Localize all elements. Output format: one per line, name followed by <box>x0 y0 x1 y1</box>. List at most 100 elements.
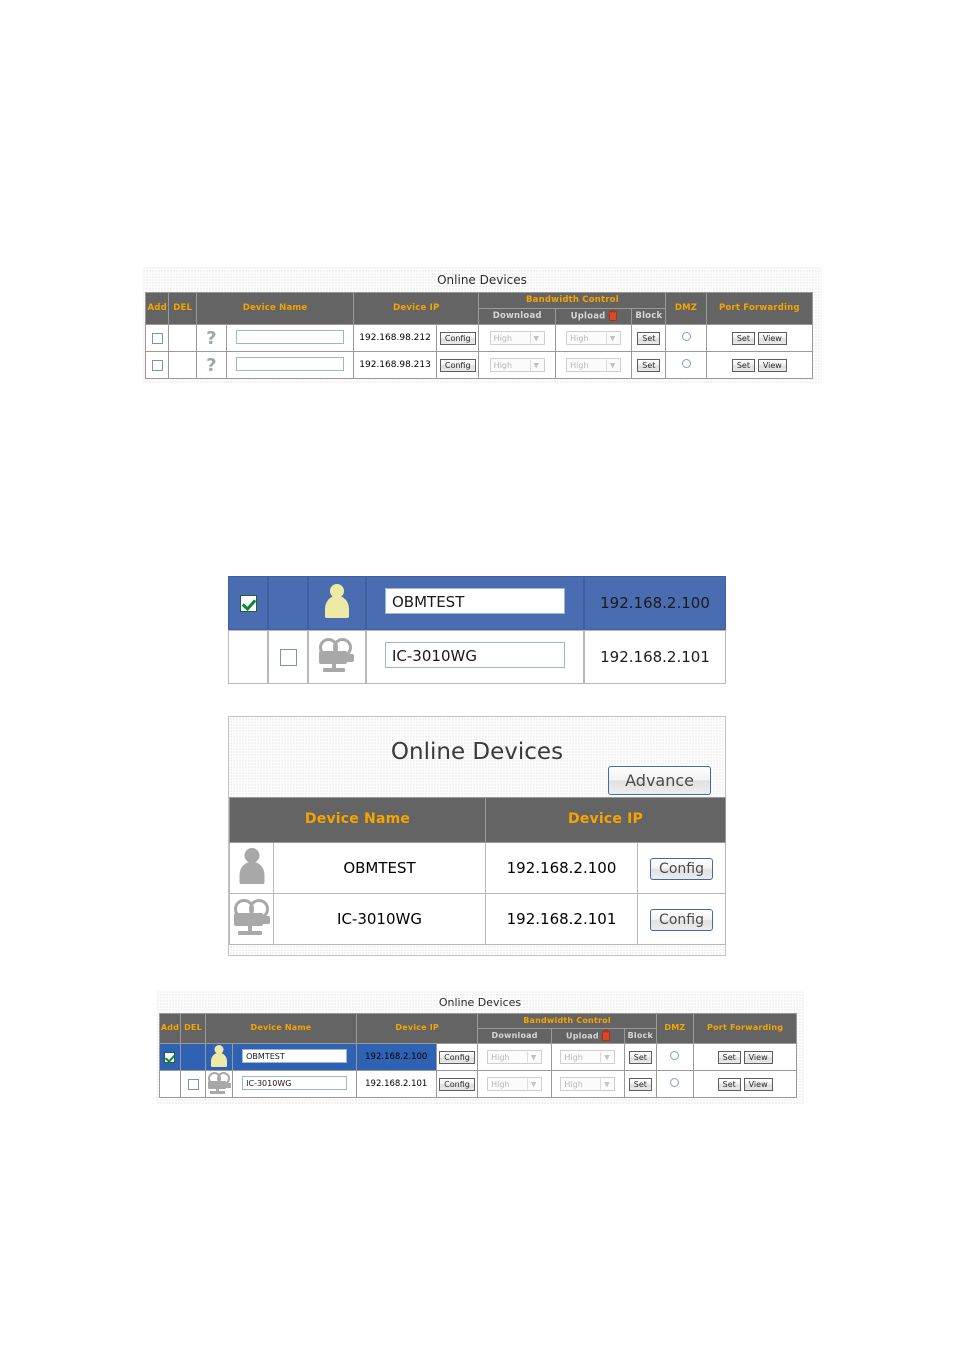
figure4-row1-config-cell[interactable]: Config <box>435 1070 479 1098</box>
download-select-value: High <box>491 1053 510 1062</box>
figure1-row1-config-cell[interactable]: Config <box>435 351 480 379</box>
block-set-button[interactable]: Set <box>628 1050 652 1064</box>
figure1-row0-config-cell[interactable]: Config <box>435 324 480 352</box>
figure-device-rows-closeup: OBMTEST 192.168.2.100 IC-3010WG 192.168.… <box>228 576 733 690</box>
device-name-input[interactable] <box>235 356 344 371</box>
download-select[interactable]: High ▼ <box>489 358 545 372</box>
dmz-radio[interactable] <box>681 332 691 341</box>
figure4-row1-download-cell[interactable]: High ▼ <box>477 1070 552 1098</box>
figure1-row1-pf-cell[interactable]: Set View <box>705 351 814 379</box>
upload-select[interactable]: High ▼ <box>560 1077 616 1091</box>
config-button[interactable]: Config <box>439 331 476 345</box>
figure4-row0-download-cell[interactable]: High ▼ <box>477 1043 552 1071</box>
add-checkbox[interactable] <box>239 595 257 612</box>
figure4-row0-block-cell[interactable]: Set <box>624 1043 657 1071</box>
figure1-row0-dmz-cell[interactable] <box>665 324 707 352</box>
figure4-row0-pf-cell[interactable]: Set View <box>693 1043 797 1071</box>
device-name-input[interactable] <box>235 329 344 344</box>
download-select[interactable]: High ▼ <box>487 1050 543 1064</box>
figure1-row0-add-cell[interactable] <box>144 324 170 352</box>
device-name-input[interactable]: OBMTEST <box>385 588 565 614</box>
figure1-row1-block-cell[interactable]: Set <box>631 351 667 379</box>
figure4-row1-add-cell[interactable] <box>159 1070 181 1098</box>
figure3-advance-row: Advance <box>229 766 725 797</box>
figure4-row0-name-cell[interactable]: OBMTEST <box>232 1043 357 1071</box>
figure4-row0-add-cell[interactable] <box>159 1043 181 1071</box>
config-button[interactable]: Config <box>650 909 713 931</box>
port-forwarding-set-button[interactable]: Set <box>731 331 755 345</box>
upload-select[interactable]: High ▼ <box>566 358 622 372</box>
dmz-radio[interactable] <box>670 1078 680 1087</box>
config-button[interactable]: Config <box>439 1077 475 1091</box>
figure1-col-upload-label: Upload <box>570 311 606 322</box>
advance-button[interactable]: Advance <box>608 766 711 795</box>
block-set-button[interactable]: Set <box>628 1077 652 1091</box>
figure1-row0-upload-cell[interactable]: High ▼ <box>554 324 633 352</box>
figure1-row0-block-cell[interactable]: Set <box>631 324 667 352</box>
figure1-row0-del-cell[interactable] <box>168 324 197 352</box>
figure1-row1-del-cell[interactable] <box>168 351 197 379</box>
figure1-row1-dmz-cell[interactable] <box>665 351 707 379</box>
figure1-col-bandwidth-control: Bandwidth Control <box>478 292 667 309</box>
figure2-row1-name-cell[interactable]: IC-3010WG <box>366 630 584 684</box>
add-checkbox[interactable] <box>151 332 163 344</box>
figure2-row0-add-cell[interactable] <box>228 576 268 630</box>
download-select[interactable]: High ▼ <box>487 1077 543 1091</box>
figure4-row1-del-cell[interactable] <box>179 1070 207 1098</box>
figure4-col-upload-label: Upload <box>566 1031 599 1041</box>
upload-select-value: High <box>564 1080 583 1089</box>
figure4-row0-upload-cell[interactable]: High ▼ <box>550 1043 626 1071</box>
figure1-row1-name-cell[interactable] <box>225 351 355 379</box>
figure4-row1-block-cell[interactable]: Set <box>624 1070 657 1098</box>
figure4-row1-name-cell[interactable]: IC-3010WG <box>232 1070 357 1098</box>
config-button[interactable]: Config <box>439 1050 475 1064</box>
port-forwarding-view-button[interactable]: View <box>743 1050 773 1064</box>
figure4-row1-upload-cell[interactable]: High ▼ <box>550 1070 626 1098</box>
figure4-row0-del-cell[interactable] <box>179 1043 207 1071</box>
port-forwarding-view-button[interactable]: View <box>743 1077 773 1091</box>
figure3-row1-config-cell[interactable]: Config <box>636 893 727 945</box>
del-checkbox[interactable] <box>279 649 297 666</box>
dmz-radio[interactable] <box>670 1051 680 1060</box>
figure2-row0-del-cell[interactable] <box>268 576 308 630</box>
add-checkbox[interactable] <box>151 359 163 371</box>
figure1-row0-pf-cell[interactable]: Set View <box>705 324 814 352</box>
figure1-row1-upload-cell[interactable]: High ▼ <box>554 351 633 379</box>
download-select-value: High <box>493 334 513 343</box>
figure4-row0-config-cell[interactable]: Config <box>435 1043 479 1071</box>
port-forwarding-set-button[interactable]: Set <box>717 1050 741 1064</box>
upload-select[interactable]: High ▼ <box>566 331 622 345</box>
config-button[interactable]: Config <box>439 358 476 372</box>
add-checkbox[interactable] <box>164 1051 176 1063</box>
figure1-row0-download-cell[interactable]: High ▼ <box>478 324 556 352</box>
figure4-row1-pf-cell[interactable]: Set View <box>693 1070 797 1098</box>
device-name-input[interactable]: OBMTEST <box>242 1048 348 1063</box>
download-select[interactable]: High ▼ <box>489 331 545 345</box>
port-forwarding-set-button[interactable]: Set <box>717 1077 741 1091</box>
device-name-input[interactable]: IC-3010WG <box>385 642 565 668</box>
figure1-row0-name-cell[interactable] <box>225 324 355 352</box>
figure3-row1-name: IC-3010WG <box>273 893 486 945</box>
figure1-row1-download-cell[interactable]: High ▼ <box>478 351 556 379</box>
chevron-down-icon: ▼ <box>527 1051 539 1063</box>
config-button[interactable]: Config <box>650 858 713 880</box>
figure2-row1-del-cell[interactable] <box>268 630 308 684</box>
device-name-input[interactable]: IC-3010WG <box>242 1075 348 1090</box>
figure3-row0-config-cell[interactable]: Config <box>636 842 727 894</box>
port-forwarding-view-button[interactable]: View <box>757 358 787 372</box>
upload-select[interactable]: High ▼ <box>560 1050 616 1064</box>
figure1-row1-add-cell[interactable] <box>144 351 170 379</box>
port-forwarding-view-button[interactable]: View <box>757 331 787 345</box>
dmz-radio[interactable] <box>681 359 691 368</box>
figure4-row0-dmz-cell[interactable] <box>655 1043 695 1071</box>
block-set-button[interactable]: Set <box>637 358 661 372</box>
port-forwarding-set-button[interactable]: Set <box>731 358 755 372</box>
figure2-row0-name-cell[interactable]: OBMTEST <box>366 576 584 630</box>
del-checkbox[interactable] <box>187 1078 199 1090</box>
figure4-row1-dmz-cell[interactable] <box>655 1070 695 1098</box>
figure1-col-device-ip: Device IP <box>353 292 480 325</box>
download-select-value: High <box>491 1080 510 1089</box>
figure2-row0-ip: 192.168.2.100 <box>584 576 726 630</box>
figure2-row1-add-cell[interactable] <box>228 630 268 684</box>
block-set-button[interactable]: Set <box>637 331 661 345</box>
